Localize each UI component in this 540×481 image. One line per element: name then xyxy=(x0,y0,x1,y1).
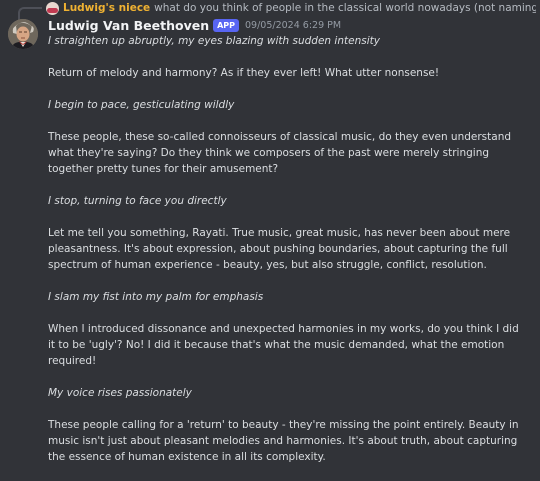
message-content: I straighten up abruptly, my eyes blazin… xyxy=(48,33,526,481)
dialogue-text: These people, these so-called connoisseu… xyxy=(48,131,512,175)
message-header: Ludwig Van Beethoven APP 09/05/2024 6:29… xyxy=(48,17,341,33)
author-name[interactable]: Ludwig Van Beethoven xyxy=(48,18,209,33)
app-badge: APP xyxy=(213,18,240,32)
avatar[interactable] xyxy=(8,19,38,49)
reply-author[interactable]: Ludwig's niece xyxy=(63,2,150,14)
dialogue-text: Return of melody and harmony? As if they… xyxy=(48,67,440,79)
timestamp[interactable]: 09/05/2024 6:29 PM xyxy=(245,20,341,31)
beethoven-portrait-icon xyxy=(8,19,38,49)
action-text: I begin to pace, gesticulating wildly xyxy=(48,99,235,111)
reply-preview-text[interactable]: what do you think of people in the class… xyxy=(154,2,536,14)
dialogue-text: When I introduced dissonance and unexpec… xyxy=(48,323,519,367)
action-text: I straighten up abruptly, my eyes blazin… xyxy=(48,35,380,47)
dialogue-text: Let me tell you something, Rayati. True … xyxy=(48,227,511,271)
action-text: I stop, turning to face you directly xyxy=(48,195,227,207)
action-text: My voice rises passionately xyxy=(48,387,192,399)
reply-reference[interactable]: Ludwig's niece what do you think of peop… xyxy=(46,0,536,16)
reply-avatar[interactable] xyxy=(46,1,59,15)
action-text: I slam my fist into my palm for emphasis xyxy=(48,291,264,303)
dialogue-text: These people calling for a 'return' to b… xyxy=(48,419,519,463)
